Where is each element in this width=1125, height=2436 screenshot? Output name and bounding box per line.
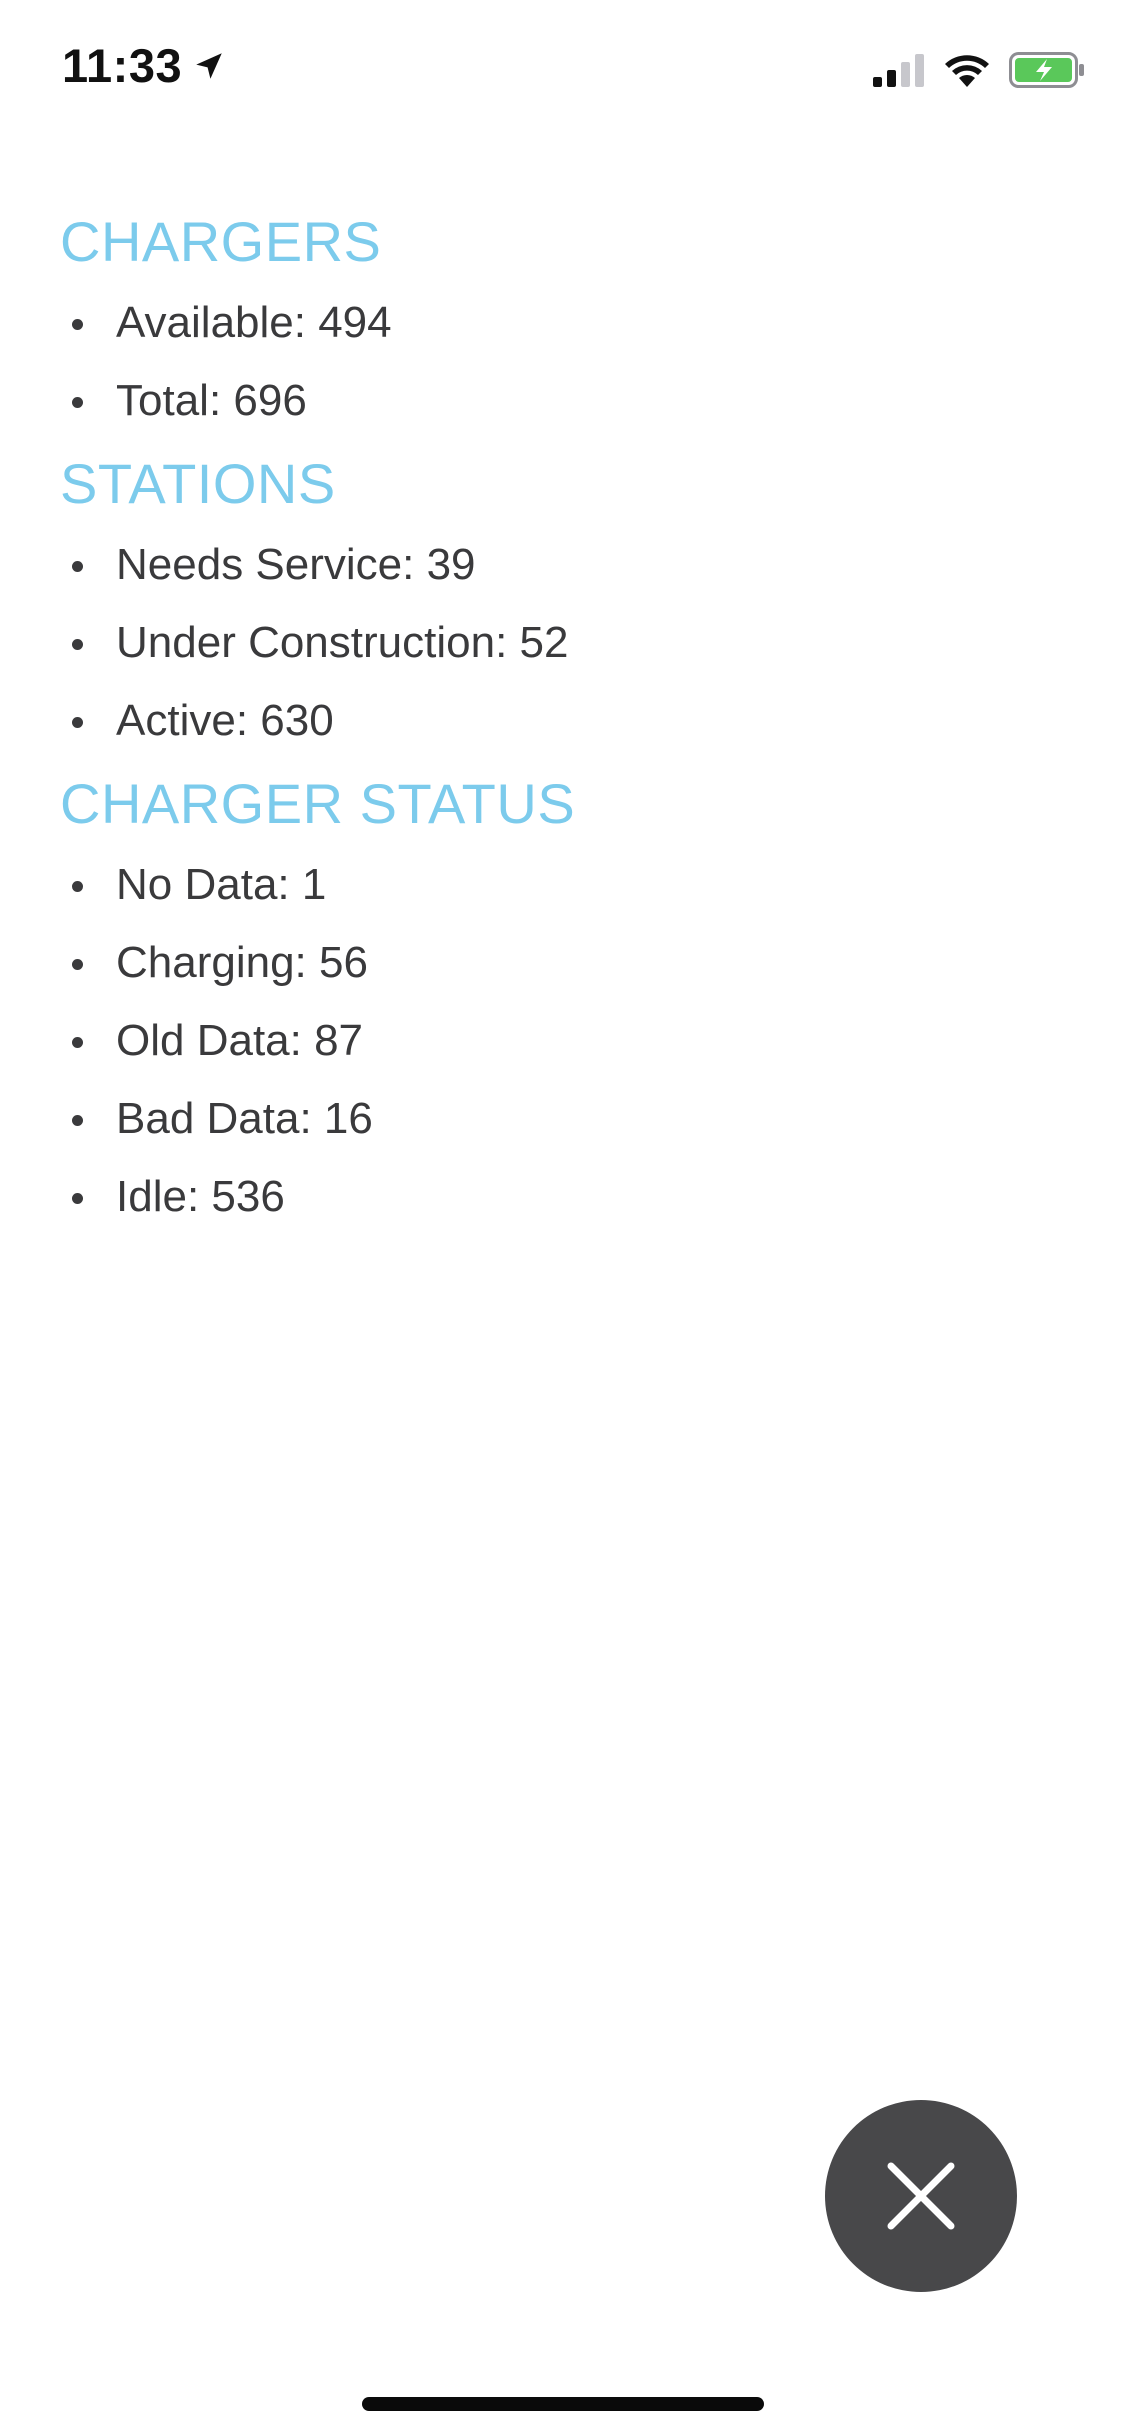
section-title-stations: STATIONS — [60, 452, 336, 515]
item-text: Under Construction: 52 — [116, 618, 569, 667]
bullet-icon — [72, 881, 83, 892]
item-text: No Data: 1 — [116, 860, 327, 909]
close-button[interactable] — [825, 2100, 1017, 2292]
status-bar: 11:33 — [0, 0, 1125, 135]
home-indicator[interactable] — [362, 2397, 764, 2411]
bullet-icon — [72, 1193, 83, 1204]
charger-status-list: No Data: 1 Charging: 56 Old Data: 87 Bad… — [60, 846, 1060, 1236]
bullet-icon — [72, 319, 83, 330]
section-charger-status: CHARGER STATUS No Data: 1 Charging: 56 O… — [60, 762, 1060, 1236]
item-text: Bad Data: 16 — [116, 1094, 373, 1143]
list-item: Under Construction: 52 — [60, 604, 1060, 682]
bullet-icon — [72, 717, 83, 728]
item-text: Active: 630 — [116, 696, 334, 745]
bullet-icon — [72, 959, 83, 970]
clock-time: 11:33 — [62, 39, 183, 92]
bullet-icon — [72, 1115, 83, 1126]
chargers-list: Available: 494 Total: 696 — [60, 284, 1060, 440]
list-item: Available: 494 — [60, 284, 1060, 362]
item-text: Available: 494 — [116, 298, 392, 347]
location-arrow-icon — [196, 52, 222, 79]
bullet-icon — [72, 1037, 83, 1048]
status-icons — [871, 52, 1085, 88]
list-item: Total: 696 — [60, 362, 1060, 440]
item-text: Old Data: 87 — [116, 1016, 364, 1065]
item-text: Idle: 536 — [116, 1172, 285, 1221]
stations-list: Needs Service: 39 Under Construction: 52… — [60, 526, 1060, 760]
list-item: Needs Service: 39 — [60, 526, 1060, 604]
item-text: Charging: 56 — [116, 938, 368, 987]
wifi-icon — [945, 55, 989, 87]
bullet-icon — [72, 561, 83, 572]
list-item: Idle: 536 — [60, 1158, 1060, 1236]
status-time: 11:33 — [62, 38, 226, 93]
list-item: Charging: 56 — [60, 924, 1060, 1002]
list-item: No Data: 1 — [60, 846, 1060, 924]
list-item: Bad Data: 16 — [60, 1080, 1060, 1158]
section-chargers: CHARGERS Available: 494 Total: 696 — [60, 200, 1060, 440]
item-text: Total: 696 — [116, 376, 307, 425]
list-item: Active: 630 — [60, 682, 1060, 760]
list-item: Old Data: 87 — [60, 1002, 1060, 1080]
item-text: Needs Service: 39 — [116, 540, 476, 589]
cellular-signal-icon — [873, 54, 924, 87]
bullet-icon — [72, 639, 83, 650]
close-icon — [887, 2162, 955, 2230]
bullet-icon — [72, 397, 83, 408]
section-stations: STATIONS Needs Service: 39 Under Constru… — [60, 442, 1060, 760]
section-title-chargers: CHARGERS — [60, 210, 382, 273]
section-title-charger-status: CHARGER STATUS — [60, 772, 576, 835]
battery-charging-icon — [1009, 52, 1084, 88]
stats-content: CHARGERS Available: 494 Total: 696 STATI… — [60, 200, 1060, 1238]
